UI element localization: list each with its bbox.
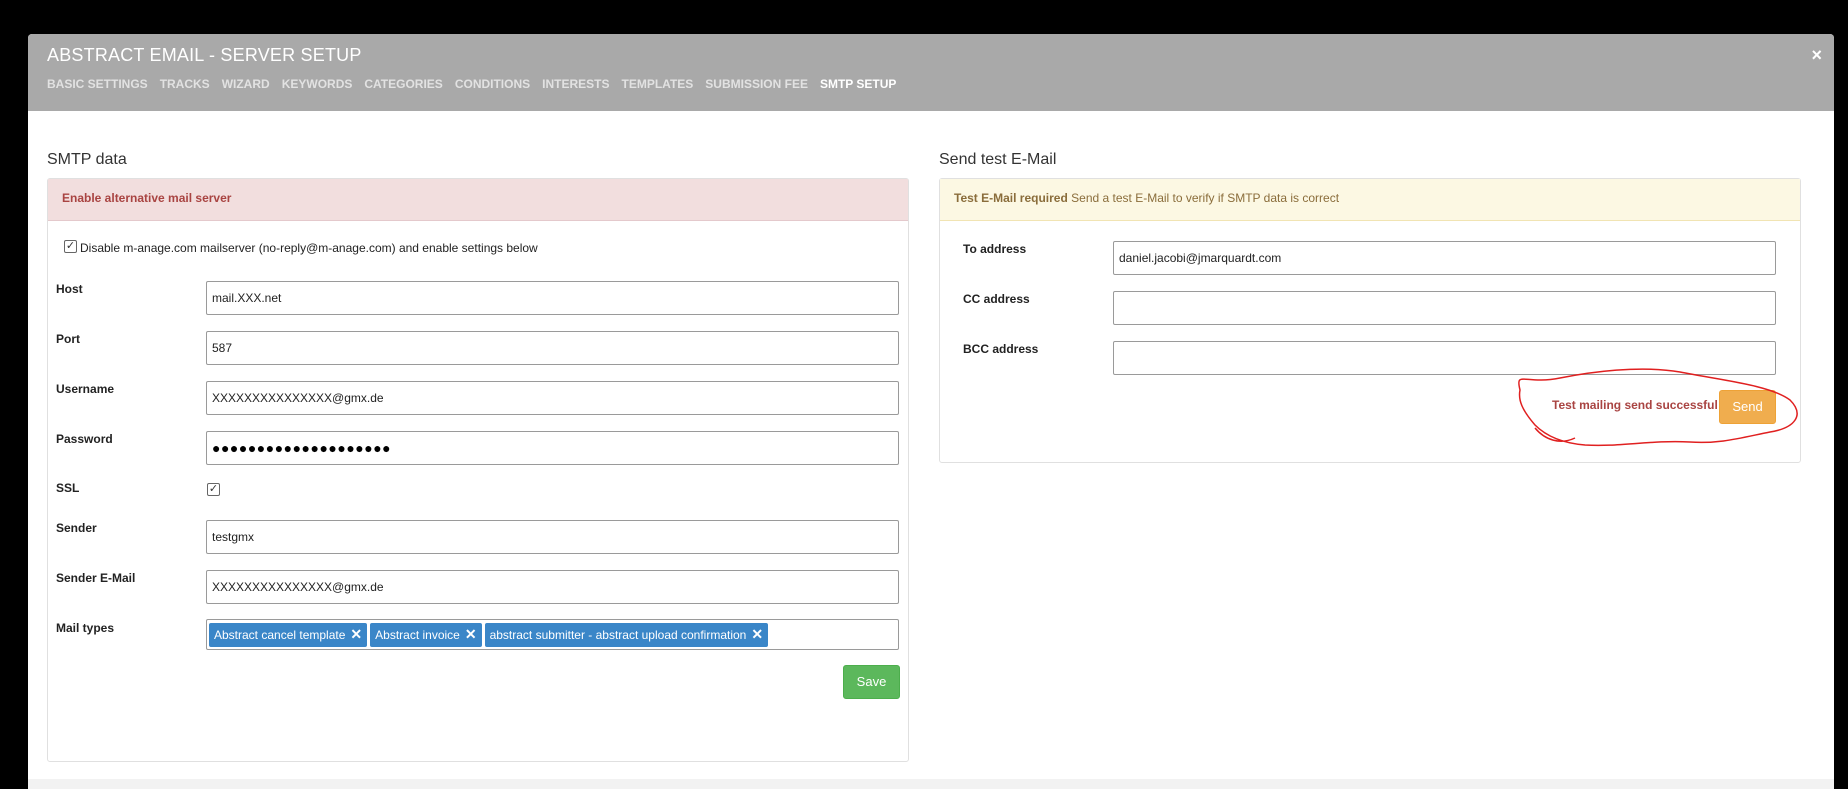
save-button[interactable]: Save	[843, 665, 900, 699]
tag-label: Abstract cancel template	[214, 627, 346, 642]
test-email-section-title: Send test E-Mail	[939, 151, 1057, 168]
ssl-checkbox[interactable]: ✓	[207, 483, 220, 496]
tab-templates[interactable]: TEMPLATES	[622, 77, 694, 91]
bcc-address-label: BCC address	[963, 342, 1039, 356]
port-input[interactable]: 587	[206, 331, 899, 365]
tab-interests[interactable]: INTERESTS	[542, 77, 609, 91]
host-input[interactable]: mail.XXX.net	[206, 281, 899, 315]
disable-mailserver-label: Disable m-anage.com mailserver (no-reply…	[80, 241, 538, 255]
port-label: Port	[56, 332, 80, 346]
test-mail-success-message: Test mailing send successful	[1552, 398, 1718, 412]
sender-email-input[interactable]: XXXXXXXXXXXXXXX@gmx.de	[206, 570, 899, 604]
send-button[interactable]: Send	[1719, 390, 1776, 424]
password-label: Password	[56, 432, 113, 446]
modal-header: ABSTRACT EMAIL - SERVER SETUP × BASIC SE…	[28, 34, 1834, 111]
username-input[interactable]: XXXXXXXXXXXXXXX@gmx.de	[206, 381, 899, 415]
checkmark-icon: ✓	[208, 483, 219, 495]
tag-label: abstract submitter - abstract upload con…	[489, 627, 747, 642]
remove-x-icon[interactable]: ✕	[751, 626, 763, 643]
modal-footer-strip	[28, 779, 1834, 789]
warning-bold-text: Test E-Mail required	[954, 191, 1068, 205]
checkmark-icon: ✓	[65, 240, 76, 252]
test-email-warning: Test E-Mail required Send a test E-Mail …	[940, 179, 1800, 221]
modal-title: ABSTRACT EMAIL - SERVER SETUP	[47, 45, 362, 65]
bcc-address-input[interactable]	[1113, 341, 1776, 375]
disable-mailserver-checkbox[interactable]: ✓	[64, 240, 77, 253]
tab-wizard[interactable]: WIZARD	[222, 77, 270, 91]
tab-smtp-setup[interactable]: SMTP SETUP	[820, 77, 896, 91]
mail-type-tag: abstract submitter - abstract upload con…	[484, 622, 769, 647]
tab-keywords[interactable]: KEYWORDS	[282, 77, 353, 91]
smtp-setup-modal: ABSTRACT EMAIL - SERVER SETUP × BASIC SE…	[28, 34, 1834, 789]
mail-types-tag-input[interactable]: Abstract cancel template ✕ Abstract invo…	[206, 619, 899, 650]
mail-type-tag: Abstract invoice ✕	[370, 622, 482, 647]
mail-types-label: Mail types	[56, 621, 115, 635]
sender-email-label: Sender E-Mail	[56, 571, 136, 585]
remove-x-icon[interactable]: ✕	[350, 626, 362, 643]
to-address-label: To address	[963, 242, 1027, 256]
host-label: Host	[56, 282, 83, 296]
smtp-panel: Enable alternative mail server	[47, 178, 909, 762]
alt-mail-server-heading: Enable alternative mail server	[48, 179, 908, 221]
username-label: Username	[56, 382, 115, 396]
tab-bar: BASIC SETTINGS TRACKS WIZARD KEYWORDS CA…	[47, 77, 908, 91]
tab-basic-settings[interactable]: BASIC SETTINGS	[47, 77, 148, 91]
remove-x-icon[interactable]: ✕	[465, 626, 477, 643]
password-input[interactable]: ●●●●●●●●●●●●●●●●●●●●	[206, 431, 899, 465]
to-address-input[interactable]: daniel.jacobi@jmarquardt.com	[1113, 241, 1776, 275]
cc-address-input[interactable]	[1113, 291, 1776, 325]
ssl-label: SSL	[56, 481, 80, 495]
tag-label: Abstract invoice	[375, 627, 460, 642]
tab-tracks[interactable]: TRACKS	[160, 77, 210, 91]
smtp-section-title: SMTP data	[47, 151, 127, 168]
tab-conditions[interactable]: CONDITIONS	[455, 77, 530, 91]
cc-address-label: CC address	[963, 292, 1030, 306]
sender-label: Sender	[56, 521, 97, 535]
sender-input[interactable]: testgmx	[206, 520, 899, 554]
tab-submission-fee[interactable]: SUBMISSION FEE	[705, 77, 808, 91]
close-icon[interactable]: ×	[1811, 45, 1822, 66]
tab-categories[interactable]: CATEGORIES	[364, 77, 442, 91]
warning-text: Send a test E-Mail to verify if SMTP dat…	[1071, 191, 1340, 205]
mail-type-tag: Abstract cancel template ✕	[209, 622, 368, 647]
